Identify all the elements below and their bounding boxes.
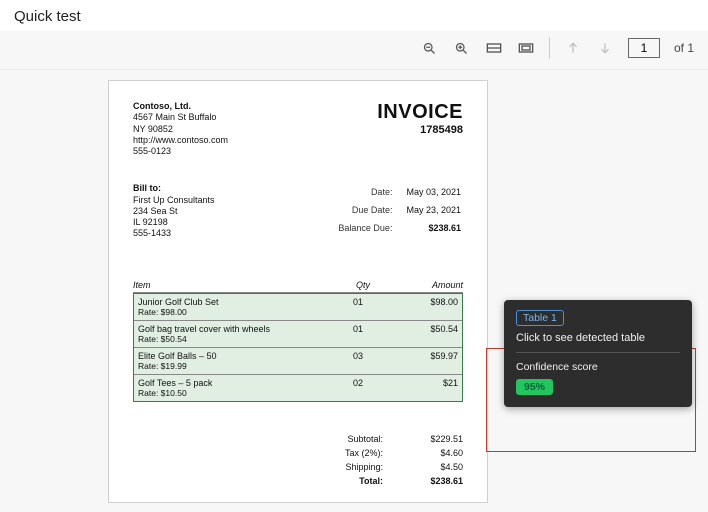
company-street: 4567 Main St Buffalo [133, 112, 228, 123]
page-number-input[interactable]: 1 [628, 38, 660, 58]
confidence-label: Confidence score [516, 361, 680, 373]
item-qty: 01 [328, 324, 388, 344]
invoice-dates: Date:May 03, 2021 Due Date:May 23, 2021 … [324, 183, 463, 239]
item-name: Golf Tees – 5 pack [138, 378, 328, 388]
item-qty: 03 [328, 351, 388, 371]
bill-to-label: Bill to: [133, 183, 215, 194]
table-row: Elite Golf Balls – 50Rate: $19.99 03 $59… [134, 348, 462, 375]
col-header-item: Item [133, 280, 333, 290]
detected-table-region[interactable]: Junior Golf Club SetRate: $98.00 01 $98.… [133, 293, 463, 402]
invoice-number: 1785498 [377, 124, 463, 136]
tooltip-click-text: Click to see detected table [516, 332, 680, 344]
company-url: http://www.contoso.com [133, 135, 228, 146]
bill-to-city: IL 92198 [133, 217, 215, 228]
due-date-label: Due Date: [326, 203, 392, 219]
balance-due-label: Balance Due: [326, 221, 392, 237]
item-rate: Rate: $50.54 [138, 334, 328, 344]
tooltip-divider [516, 352, 680, 353]
line-items-table[interactable]: Item Qty Amount Junior Golf Club SetRate… [133, 278, 463, 402]
tax-value: $4.60 [403, 448, 463, 458]
item-qty: 01 [328, 297, 388, 317]
bill-to-phone: 555-1433 [133, 228, 215, 239]
company-address: Contoso, Ltd. 4567 Main St Buffalo NY 90… [133, 101, 228, 157]
bill-to-street: 234 Sea St [133, 206, 215, 217]
total-label: Total: [323, 476, 383, 486]
item-rate: Rate: $10.50 [138, 388, 328, 398]
tax-label: Tax (2%): [323, 448, 383, 458]
page-count-label: of 1 [674, 41, 694, 55]
confidence-value-badge: 95% [516, 379, 553, 395]
toolbar-divider [549, 37, 550, 59]
company-phone: 555-0123 [133, 146, 228, 157]
item-amount: $98.00 [388, 297, 458, 317]
invoice-label: INVOICE [377, 101, 463, 124]
item-amount: $21 [388, 378, 458, 398]
company-city: NY 90852 [133, 124, 228, 135]
total-value: $238.61 [403, 476, 463, 486]
shipping-label: Shipping: [323, 462, 383, 472]
bill-to-name: First Up Consultants [133, 195, 215, 206]
table-row: Junior Golf Club SetRate: $98.00 01 $98.… [134, 294, 462, 321]
table-badge[interactable]: Table 1 [516, 310, 564, 326]
item-rate: Rate: $19.99 [138, 361, 328, 371]
item-rate: Rate: $98.00 [138, 307, 328, 317]
table-row: Golf bag travel cover with wheelsRate: $… [134, 321, 462, 348]
item-name: Golf bag travel cover with wheels [138, 324, 328, 334]
viewer-toolbar: 1 of 1 [0, 31, 708, 70]
shipping-value: $4.50 [403, 462, 463, 472]
subtotal-label: Subtotal: [323, 434, 383, 444]
fit-width-icon[interactable] [485, 39, 503, 57]
prev-page-icon [564, 39, 582, 57]
due-date-value: May 23, 2021 [394, 203, 461, 219]
item-qty: 02 [328, 378, 388, 398]
detection-tooltip[interactable]: Table 1 Click to see detected table Conf… [504, 300, 692, 407]
zoom-in-icon[interactable] [453, 39, 471, 57]
balance-due-value: $238.61 [394, 221, 461, 237]
invoice-heading: INVOICE 1785498 [377, 101, 463, 157]
zoom-out-icon[interactable] [421, 39, 439, 57]
item-name: Junior Golf Club Set [138, 297, 328, 307]
page-title: Quick test [0, 0, 708, 31]
document-viewport: Contoso, Ltd. 4567 Main St Buffalo NY 90… [0, 70, 708, 512]
fit-page-icon[interactable] [517, 39, 535, 57]
subtotal-value: $229.51 [403, 434, 463, 444]
invoice-document: Contoso, Ltd. 4567 Main St Buffalo NY 90… [108, 80, 488, 503]
item-name: Elite Golf Balls – 50 [138, 351, 328, 361]
invoice-totals: Subtotal: $229.51 Tax (2%): $4.60 Shipping… [133, 432, 463, 488]
col-header-qty: Qty [333, 280, 393, 290]
col-header-amount: Amount [393, 280, 463, 290]
company-name: Contoso, Ltd. [133, 101, 228, 112]
bill-to-block: Bill to: First Up Consultants 234 Sea St… [133, 183, 215, 239]
item-amount: $50.54 [388, 324, 458, 344]
date-value: May 03, 2021 [394, 185, 461, 201]
date-label: Date: [326, 185, 392, 201]
item-amount: $59.97 [388, 351, 458, 371]
table-row: Golf Tees – 5 packRate: $10.50 02 $21 [134, 375, 462, 401]
next-page-icon [596, 39, 614, 57]
